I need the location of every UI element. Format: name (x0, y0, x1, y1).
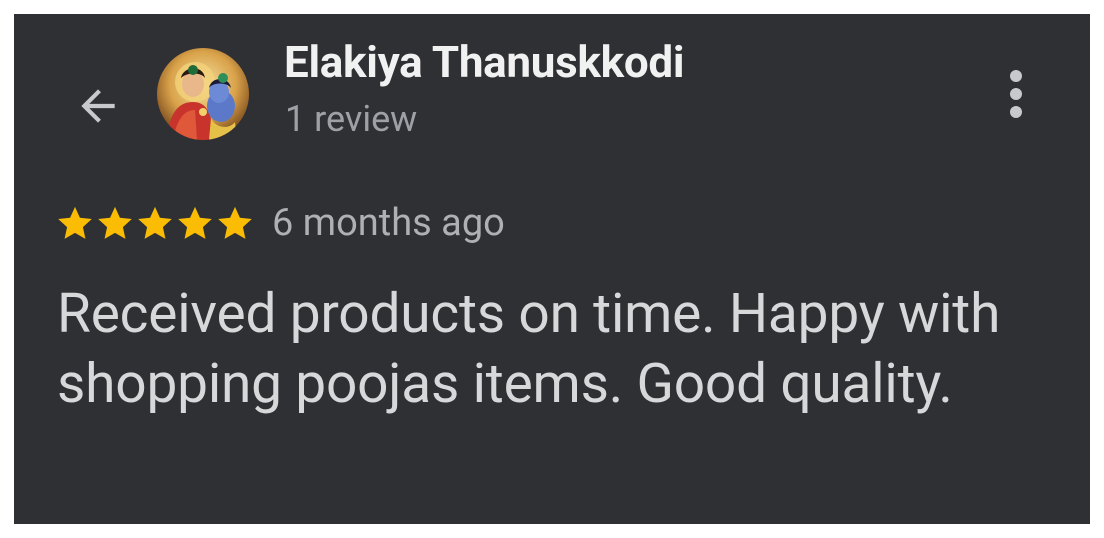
arrow-left-icon (81, 89, 115, 123)
more-vertical-icon (1010, 70, 1022, 118)
deity-portrait-avatar-icon (157, 48, 249, 140)
avatar[interactable] (157, 48, 249, 140)
star-rating (56, 204, 254, 242)
more-options-button[interactable] (994, 66, 1038, 122)
star-icon (138, 206, 172, 239)
reviewer-name[interactable]: Elakiya Thanuskkodi (284, 36, 684, 88)
star-icon (178, 206, 212, 239)
star-icon (218, 206, 252, 239)
back-button[interactable] (66, 74, 130, 138)
star-icon (98, 206, 132, 239)
review-count: 1 review (285, 98, 418, 140)
review-card: Elakiya Thanuskkodi 1 review 6 months ag… (14, 14, 1090, 524)
review-time: 6 months ago (272, 201, 505, 245)
star-icon (58, 206, 92, 239)
review-text: Received products on time. Happy with sh… (57, 282, 1001, 416)
